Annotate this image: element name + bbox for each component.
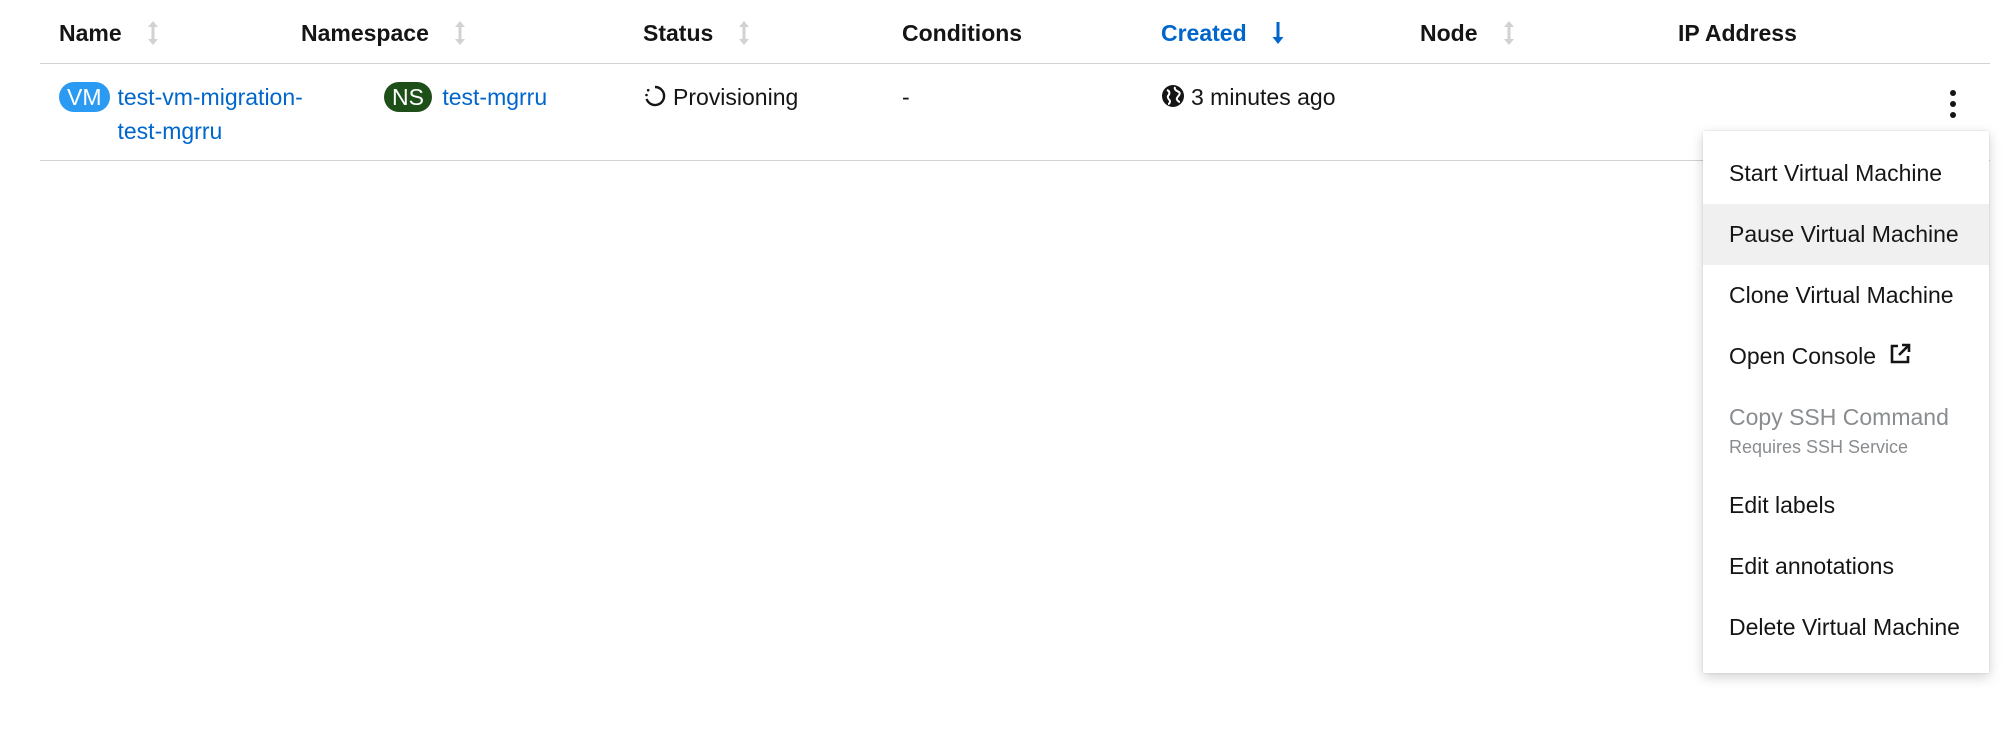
menu-item-delete-vm[interactable]: Delete Virtual Machine (1703, 597, 1989, 658)
namespace-link[interactable]: test-mgrru (442, 84, 547, 110)
menu-item-start-vm[interactable]: Start Virtual Machine (1703, 143, 1989, 204)
column-header-node[interactable]: Node (1420, 18, 1516, 48)
created-text: 3 minutes ago (1191, 84, 1336, 110)
vm-name-cell: VM test-vm-migration-test-mgrru (59, 80, 328, 148)
status-cell: Provisioning (643, 80, 798, 117)
column-header-ip-address: IP Address (1678, 20, 1797, 46)
menu-item-copy-ssh-command: Copy SSH Command Requires SSH Service (1729, 404, 1949, 457)
column-header-status[interactable]: Status (643, 18, 751, 48)
actions-menu: Start Virtual Machine Pause Virtual Mach… (1703, 131, 1989, 673)
menu-item-clone-vm[interactable]: Clone Virtual Machine (1703, 265, 1989, 326)
namespace-badge: NS (384, 82, 432, 112)
status-text: Provisioning (673, 84, 799, 110)
sort-icon (1502, 20, 1516, 46)
conditions-cell: - (902, 84, 910, 110)
namespace-cell: NS test-mgrru (384, 80, 547, 114)
column-header-namespace[interactable]: Namespace (301, 18, 467, 48)
sort-icon (737, 20, 751, 46)
vm-name-link[interactable]: test-vm-migration-test-mgrru (118, 80, 328, 148)
sort-icon (146, 20, 160, 46)
external-link-icon (1888, 342, 1912, 372)
table-header: Name Namespace Status Conditions Created (40, 0, 1990, 64)
menu-item-open-console[interactable]: Open Console (1703, 326, 1989, 387)
column-header-conditions: Conditions (902, 20, 1023, 46)
sort-icon (453, 20, 467, 46)
kebab-dot (1950, 101, 1956, 107)
row-actions-kebab-button[interactable] (1945, 90, 1961, 118)
created-cell: 3 minutes ago (1161, 80, 1335, 117)
column-header-created[interactable]: Created (1161, 18, 1285, 48)
sort-descending-icon (1271, 20, 1285, 46)
in-progress-icon (643, 83, 667, 117)
kebab-dot (1950, 112, 1956, 118)
menu-item-description: Requires SSH Service (1729, 437, 1909, 457)
menu-item-edit-labels[interactable]: Edit labels (1703, 475, 1989, 536)
globe-icon (1161, 83, 1185, 117)
table-row: VM test-vm-migration-test-mgrru NS test-… (40, 64, 1990, 161)
column-header-name[interactable]: Name (59, 18, 160, 48)
vm-badge: VM (59, 82, 110, 112)
kebab-dot (1950, 90, 1956, 96)
vm-list-page: Name Namespace Status Conditions Created (0, 0, 2004, 750)
menu-item-edit-annotations[interactable]: Edit annotations (1703, 536, 1989, 597)
menu-item-pause-vm[interactable]: Pause Virtual Machine (1703, 204, 1989, 265)
